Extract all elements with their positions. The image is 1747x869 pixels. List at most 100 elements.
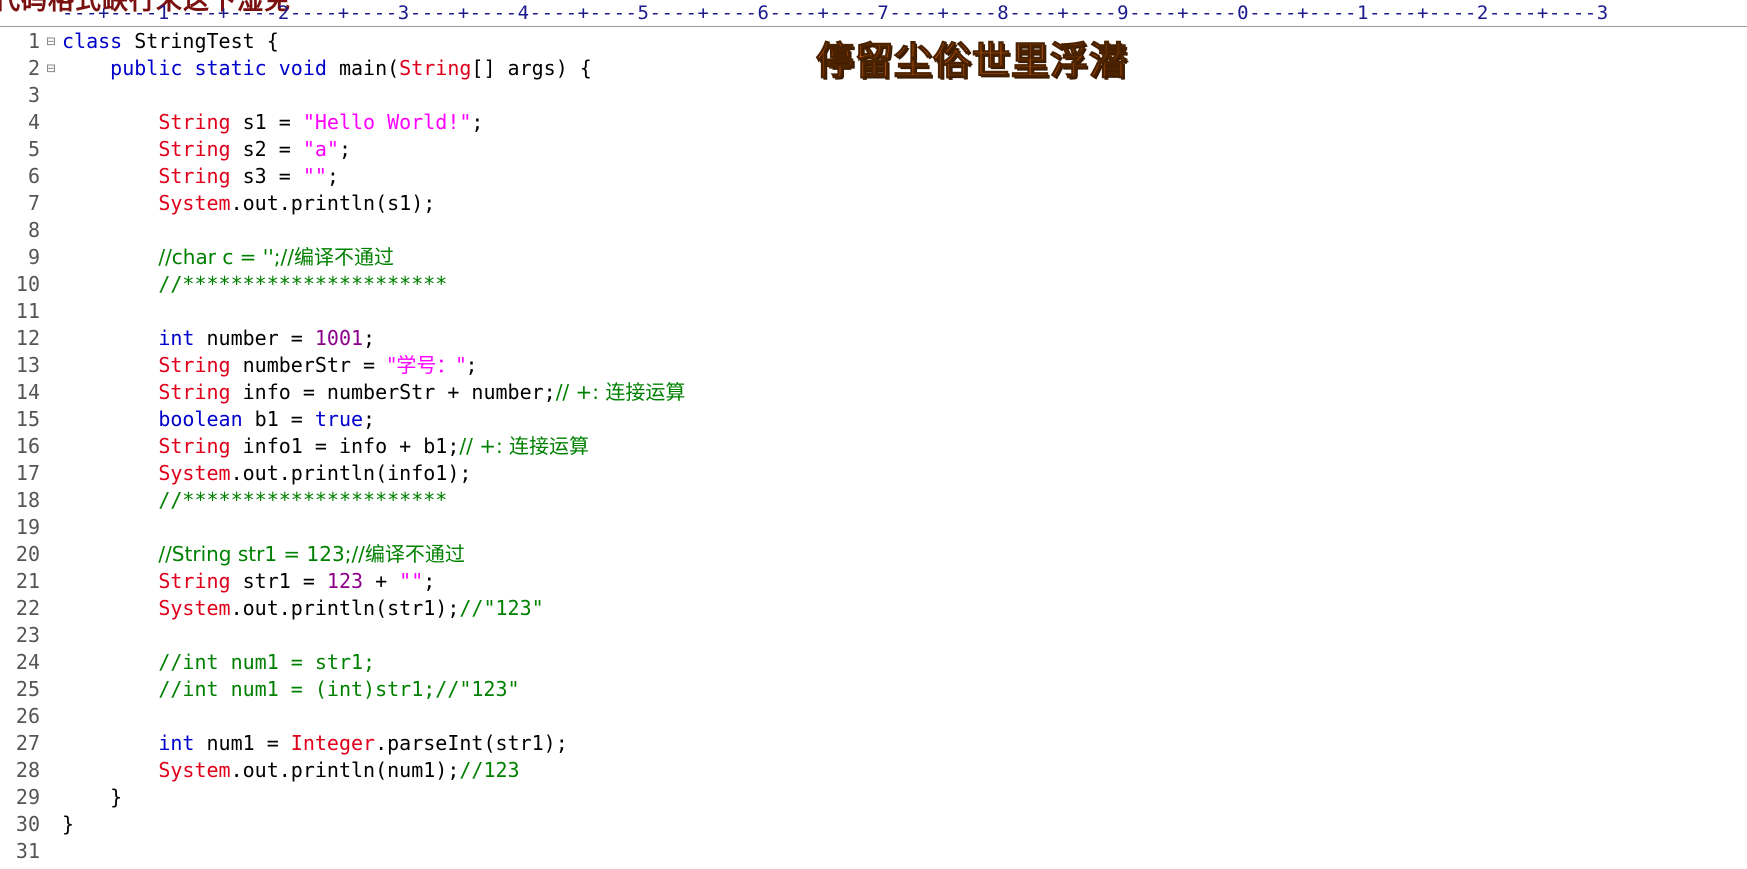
type-token: String (158, 110, 231, 134)
line-number-gutter: 1 2 3 4 5 6 7 8 9 10 11 12 13 14 15 16 1… (0, 28, 44, 865)
code-text: s2 = (230, 137, 303, 161)
code-line-20[interactable]: //String str1 = 123;//编译不通过 (62, 541, 1747, 568)
code-line-16[interactable]: String info1 = info + b1;// +: 连接运算 (62, 433, 1747, 460)
code-line-3[interactable] (62, 82, 1747, 109)
code-line-21[interactable]: String str1 = 123 + ""; (62, 568, 1747, 595)
code-line-31[interactable] (62, 838, 1747, 865)
code-line-10[interactable]: //********************** (62, 271, 1747, 298)
code-line-19[interactable] (62, 514, 1747, 541)
fold-collapse-icon[interactable]: ⊟ (44, 55, 58, 82)
code-line-6[interactable]: String s3 = ""; (62, 163, 1747, 190)
code-line-26[interactable] (62, 703, 1747, 730)
type-token: System (158, 596, 231, 620)
code-line-4[interactable]: String s1 = "Hello World!"; (62, 109, 1747, 136)
type-token: String (158, 380, 231, 404)
code-text: .out.println(info1); (230, 461, 472, 485)
string-token: "" (399, 569, 424, 593)
code-line-7[interactable]: System.out.println(s1); (62, 190, 1747, 217)
code-text: ; (363, 326, 376, 350)
keyword-token: int (158, 731, 195, 755)
line-number: 17 (15, 461, 40, 485)
code-line-9[interactable]: //char c = '';//编译不通过 (62, 244, 1747, 271)
type-token: String (399, 56, 472, 80)
number-token: 1001 (314, 326, 364, 350)
line-number: 11 (15, 299, 40, 323)
code-line-14[interactable]: String info = numberStr + number;// +: 连… (62, 379, 1747, 406)
comment-token: //********************** (158, 488, 448, 512)
code-line-2[interactable]: public static void main(String[] args) { (62, 55, 1747, 82)
column-ruler: 代码格式缺行未这下湿免 ---+----1----+----2----+----… (0, 0, 1747, 27)
code-line-5[interactable]: String s2 = "a"; (62, 136, 1747, 163)
ruler-mark-13: 3 (1596, 2, 1609, 24)
code-line-11[interactable] (62, 298, 1747, 325)
code-text: info = numberStr + number; (230, 380, 556, 404)
code-text: number = (194, 326, 315, 350)
code-line-17[interactable]: System.out.println(info1); (62, 460, 1747, 487)
ruler-mark-4: 4 (517, 2, 530, 24)
code-line-24[interactable]: //int num1 = str1; (62, 649, 1747, 676)
string-token: "Hello World!" (302, 110, 472, 134)
fold-collapse-icon[interactable]: ⊟ (44, 28, 58, 55)
code-text: main( (338, 56, 400, 80)
line-number: 27 (15, 731, 40, 755)
code-line-18[interactable]: //********************** (62, 487, 1747, 514)
code-line-23[interactable] (62, 622, 1747, 649)
ruler-mark-8: 8 (997, 2, 1010, 24)
code-text: } (110, 785, 123, 809)
ruler-mark-9: 9 (1117, 2, 1130, 24)
code-line-12[interactable]: int number = 1001; (62, 325, 1747, 352)
string-token: "学号：" (387, 353, 466, 377)
code-text: StringTest { (134, 29, 279, 53)
code-text: } (62, 812, 75, 836)
code-line-28[interactable]: System.out.println(num1);//123 (62, 757, 1747, 784)
code-text: s1 = (230, 110, 303, 134)
code-line-13[interactable]: String numberStr = "学号："; (62, 352, 1747, 379)
code-text: ; (338, 137, 351, 161)
code-text: ; (363, 407, 376, 431)
line-number: 5 (27, 137, 40, 161)
line-number: 22 (15, 596, 40, 620)
code-line-15[interactable]: boolean b1 = true; (62, 406, 1747, 433)
code-text: info1 = info + b1; (230, 434, 460, 458)
ruler-mark-12: 2 (1476, 2, 1489, 24)
comment-token: //"123" (459, 596, 544, 620)
line-number: 3 (27, 83, 40, 107)
type-token: String (158, 353, 231, 377)
code-line-8[interactable] (62, 217, 1747, 244)
line-number: 23 (15, 623, 40, 647)
line-number: 2 (27, 56, 40, 80)
line-number: 25 (15, 677, 40, 701)
code-line-25[interactable]: //int num1 = (int)str1;//"123" (62, 676, 1747, 703)
comment-token: //********************** (158, 272, 448, 296)
line-number: 7 (27, 191, 40, 215)
ruler-mark-10: 0 (1237, 2, 1250, 24)
ruler-mark-5: 5 (637, 2, 650, 24)
keyword-token: class (62, 29, 135, 53)
comment-token: // +: 连接运算 (459, 434, 590, 458)
ruler-dashes: ---+----1----+----2----+----3----+----4-… (62, 2, 1609, 24)
ruler-mark-6: 6 (757, 2, 770, 24)
comment-token: //char c = '';//编译不通过 (158, 245, 394, 269)
ruler-mark-3: 3 (397, 2, 410, 24)
code-line-22[interactable]: System.out.println(str1);//"123" (62, 595, 1747, 622)
code-line-30[interactable]: } (62, 811, 1747, 838)
line-number: 24 (15, 650, 40, 674)
line-number: 13 (15, 353, 40, 377)
type-token: String (158, 569, 231, 593)
code-line-27[interactable]: int num1 = Integer.parseInt(str1); (62, 730, 1747, 757)
code-editor[interactable]: class StringTest { public static void ma… (62, 28, 1747, 865)
line-number: 28 (15, 758, 40, 782)
code-line-1[interactable]: class StringTest { (62, 28, 1747, 55)
code-line-29[interactable]: } (62, 784, 1747, 811)
